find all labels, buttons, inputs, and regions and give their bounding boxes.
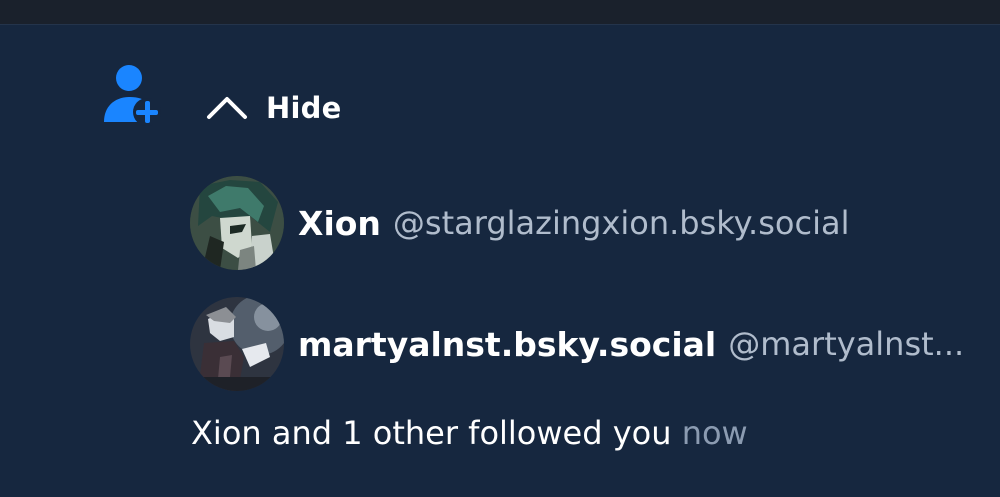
timestamp: now bbox=[681, 414, 748, 452]
user-row[interactable]: martyalnst.bsky.social @martyalnst... bbox=[190, 297, 964, 391]
summary-text: Xion and 1 other followed you bbox=[191, 414, 672, 452]
avatar[interactable] bbox=[190, 176, 284, 270]
chevron-up-icon bbox=[207, 97, 247, 119]
user-handle[interactable]: @starglazingxion.bsky.social bbox=[393, 204, 850, 242]
top-bar bbox=[0, 0, 1000, 24]
avatar-image bbox=[190, 176, 284, 270]
hide-toggle-button[interactable]: Hide bbox=[205, 82, 341, 134]
display-name[interactable]: Xion bbox=[298, 204, 381, 243]
hide-label: Hide bbox=[266, 91, 342, 125]
notification-summary: Xion and 1 other followed you now bbox=[191, 414, 748, 452]
divider bbox=[0, 24, 1000, 25]
user-handle[interactable]: @martyalnst... bbox=[728, 325, 964, 363]
person-add-icon bbox=[104, 65, 161, 126]
avatar-image bbox=[190, 297, 284, 391]
avatar[interactable] bbox=[190, 297, 284, 391]
user-row[interactable]: Xion @starglazingxion.bsky.social bbox=[190, 176, 849, 270]
display-name[interactable]: martyalnst.bsky.social bbox=[298, 325, 716, 364]
